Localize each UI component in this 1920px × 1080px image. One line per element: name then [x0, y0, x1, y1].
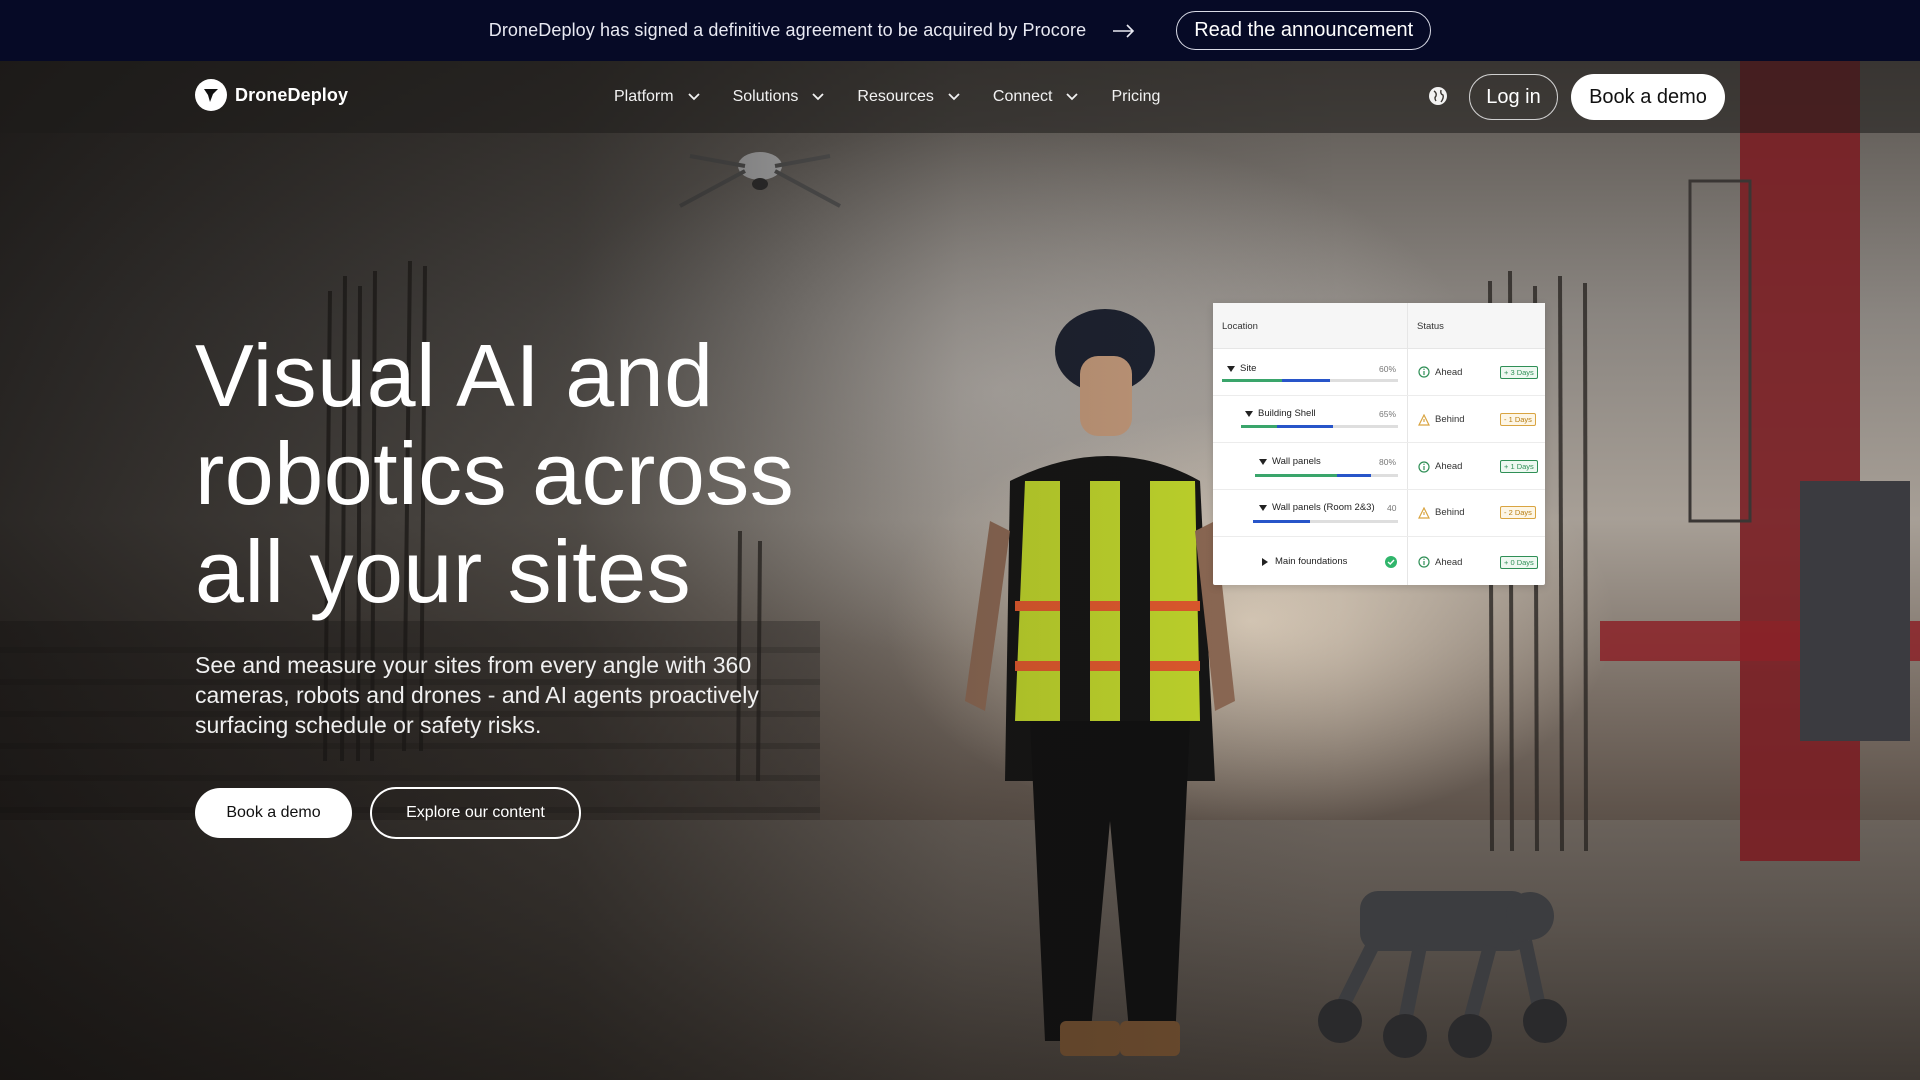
row-status: Ahead — [1435, 557, 1463, 568]
nav-item-label: Solutions — [732, 88, 799, 105]
expand-triangle-icon — [1259, 458, 1267, 465]
nav-item-solutions[interactable]: Solutions — [733, 88, 825, 106]
days-badge: - 1 Days — [1500, 413, 1536, 426]
table-row[interactable]: Building Shell 65% Behind - 1 Days — [1213, 396, 1545, 443]
progress-bar — [1241, 425, 1398, 428]
nav-item-label: Platform — [614, 88, 674, 105]
row-status: Behind — [1435, 507, 1465, 518]
days-badge: + 3 Days — [1500, 366, 1538, 379]
announcement-bar: DroneDeploy has signed a definitive agre… — [0, 0, 1920, 61]
days-badge: + 0 Days — [1500, 556, 1538, 569]
row-label: Wall panels (Room 2&3) — [1272, 502, 1375, 513]
brand-name: DroneDeploy — [235, 84, 349, 105]
row-percent: 80% — [1379, 457, 1397, 467]
expand-triangle-icon — [1227, 365, 1235, 372]
row-label: Wall panels — [1272, 456, 1321, 467]
info-circle-icon — [1418, 556, 1430, 568]
progress-bar — [1255, 474, 1398, 477]
row-location: Building Shell — [1245, 408, 1316, 419]
brand-logo[interactable]: DroneDeploy — [195, 79, 348, 111]
check-circle-icon — [1385, 556, 1397, 568]
dronedeploy-logo-icon — [195, 79, 227, 111]
chevron-down-icon — [687, 93, 700, 101]
nav-item-label: Pricing — [1111, 88, 1161, 105]
collapsed-triangle-icon — [1262, 557, 1268, 566]
row-percent: 65% — [1379, 409, 1397, 419]
expand-triangle-icon — [1259, 504, 1267, 511]
login-button[interactable]: Log in — [1469, 74, 1558, 120]
row-label: Site — [1240, 363, 1257, 374]
nav-item-connect[interactable]: Connect — [993, 88, 1079, 106]
row-location: Wall panels — [1259, 456, 1321, 467]
chevron-down-icon — [812, 93, 825, 101]
panel-header: Location Status — [1213, 303, 1545, 349]
progress-bar-complete — [1222, 379, 1282, 382]
row-label: Main foundations — [1275, 556, 1348, 567]
nav-item-label: Resources — [857, 88, 934, 105]
nav-item-pricing[interactable]: Pricing — [1111, 88, 1160, 106]
info-circle-icon — [1418, 366, 1430, 378]
table-row[interactable]: Main foundations Ahead + 0 Days — [1213, 537, 1545, 584]
nav-item-label: Connect — [992, 88, 1053, 105]
book-demo-button[interactable]: Book a demo — [195, 788, 352, 838]
nav-item-platform[interactable]: Platform — [614, 88, 700, 106]
row-status: Ahead — [1435, 367, 1463, 378]
progress-bar-complete — [1241, 425, 1277, 428]
days-badge: + 1 Days — [1500, 460, 1538, 473]
row-status: Ahead — [1435, 461, 1463, 472]
table-row[interactable]: Wall panels (Room 2&3) 40 Behind - 2 Day… — [1213, 490, 1545, 537]
column-header-status: Status — [1417, 321, 1444, 332]
book-demo-nav-button[interactable]: Book a demo — [1571, 74, 1725, 120]
row-percent: 60% — [1379, 364, 1397, 374]
table-row[interactable]: Site 60% Ahead + 3 Days — [1213, 349, 1545, 396]
progress-bar-planned — [1253, 520, 1310, 523]
warning-triangle-icon — [1418, 414, 1430, 426]
progress-bar-planned — [1337, 474, 1371, 477]
warning-triangle-icon — [1418, 507, 1430, 519]
announcement-text: DroneDeploy has signed a definitive agre… — [488, 20, 1087, 40]
globe-language-icon[interactable] — [1428, 86, 1448, 106]
nav-item-resources[interactable]: Resources — [857, 88, 960, 106]
row-label: Building Shell — [1258, 408, 1316, 419]
table-row[interactable]: Wall panels 80% Ahead + 1 Days — [1213, 443, 1545, 490]
expand-triangle-icon — [1245, 410, 1253, 417]
progress-bar-planned — [1282, 379, 1330, 382]
column-header-location: Location — [1222, 321, 1258, 332]
progress-status-panel: Location Status Site 60% Ahead + 3 Days … — [1213, 303, 1545, 585]
arrow-right-icon — [1113, 23, 1135, 38]
hero-subtitle: See and measure your sites from every an… — [195, 652, 759, 738]
row-status: Behind — [1435, 414, 1465, 425]
nav-links: Platform Solutions Resources Connect Pri… — [614, 61, 1193, 133]
chevron-down-icon — [1066, 93, 1079, 101]
row-location: Wall panels (Room 2&3) — [1259, 502, 1375, 513]
row-location: Site — [1227, 363, 1256, 374]
row-location: Main foundations — [1262, 556, 1347, 567]
info-circle-icon — [1418, 461, 1430, 473]
progress-bar — [1253, 520, 1398, 523]
days-badge: - 2 Days — [1500, 506, 1536, 519]
explore-content-button[interactable]: Explore our content — [370, 787, 581, 839]
progress-bar-complete — [1255, 474, 1337, 477]
row-percent: 40 — [1387, 503, 1397, 513]
progress-bar-planned — [1277, 425, 1333, 428]
hero-title: Visual AI and robotics across all your s… — [195, 326, 795, 621]
progress-bar — [1222, 379, 1398, 382]
read-announcement-button[interactable]: Read the announcement — [1176, 11, 1432, 50]
chevron-down-icon — [948, 93, 960, 101]
